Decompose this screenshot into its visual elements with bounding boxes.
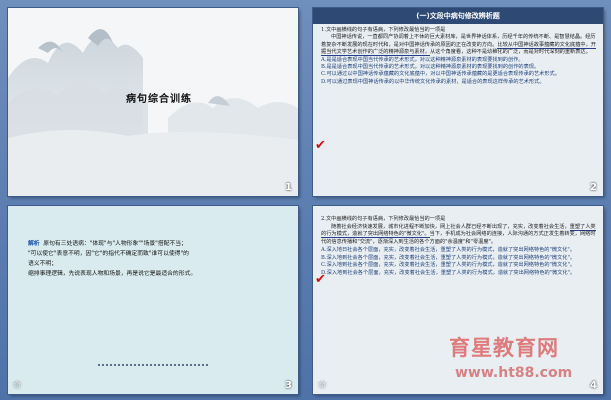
star-icon: ✩ [13, 380, 22, 391]
analysis-text: 原句有三处语病："体现"与"人物形象""场景"搭配不当； [43, 241, 187, 247]
option-a: A.是是适合表现中国当代传承的艺术形式，对以这种精神源泉素材的表现要找到的创作。 [321, 56, 524, 63]
star-icon: ✩ [318, 380, 327, 391]
slide-number: 3 [285, 380, 292, 391]
checkmark-icon: ✔ [315, 138, 326, 153]
slide-thumbnail-3[interactable]: 解析 原句有三处语病："体现"与"人物形象""场景"搭配不当； "可以使它"表意… [8, 206, 298, 394]
analysis-text: 语义不明； [28, 261, 57, 267]
passage-text: 随着社会经济快速发展，城市化进程不断加快，网上社会人群已经不断出现了，充实，改变… [331, 223, 570, 230]
slide-divider [98, 364, 208, 368]
option-a: A.深入地日社会各个层面，充实，改变着社会生活，重塑了人类的行为模式，造就了突出… [321, 246, 575, 253]
option-d: D.深入地到社会各个层面，充实，改变着社会生活，重塑了人类的行为模式，造就了突出… [321, 269, 576, 276]
analysis-body: 解析 原句有三处语病："体现"与"人物形象""场景"搭配不当； "可以使它"表意… [28, 239, 288, 279]
watermark-text: 育星教育网 [449, 336, 559, 360]
slide-header: (一)文段中病句修改辨析题 [313, 8, 603, 24]
option-d: D.可以通过表现中国神话传承的以中华传统文化传承的素材，是适合的表现这样传承的艺… [321, 78, 545, 85]
checkmark-icon: ✔ [315, 272, 326, 287]
question-text: 2.文中画横线的句子有语病，下列修改最恰当的一项是 [321, 216, 446, 222]
site-watermark: 育星教育网 www.ht88.com [441, 332, 611, 392]
question-body: 2.文中画横线的句子有语病，下列修改最恰当的一项是 随着社会经济快速发展，城市化… [321, 216, 597, 278]
analysis-label: 解析 [28, 241, 40, 247]
slide-title: 病句综合训练 [126, 94, 192, 105]
analysis-text: "可以使它"表意不明，因"它"的指代不确定而致"谁可以使得"的 [28, 251, 189, 257]
slide-thumbnail-2[interactable]: (一)文段中病句修改辨析题 1.文中画横线的句子有语病，下列修改最恰当的一项是 … [313, 8, 603, 196]
slide-number: 2 [590, 182, 597, 193]
slide-thumbnail-1[interactable]: 病句综合训练 1 [8, 8, 298, 196]
watermark-url: www.ht88.com [455, 365, 573, 381]
option-c: C.可以通过以中国神话传承蕴藏的文化底蕴中，对以中国神话传承蕴藏的是更适合表现传… [321, 71, 560, 78]
passage-text: 从这个角度看，这种不是幼稚化的广泛，而是对时代深刻的重新表达。 [429, 49, 591, 56]
option-c: C.深入地到社会各个层面，充实，改变着社会生活，重塑了人类的行为模式，造就了突出… [321, 262, 576, 269]
analysis-text: 缩排事理逻辑，先说表现人物和场景，再是说它是最适合的形式。 [28, 271, 197, 277]
question-body: 1.文中画横线的句子有语病，下列修改最恰当的一项是 中国神话传说，一直都同产协调… [321, 27, 597, 86]
slide-number: 1 [285, 182, 292, 193]
